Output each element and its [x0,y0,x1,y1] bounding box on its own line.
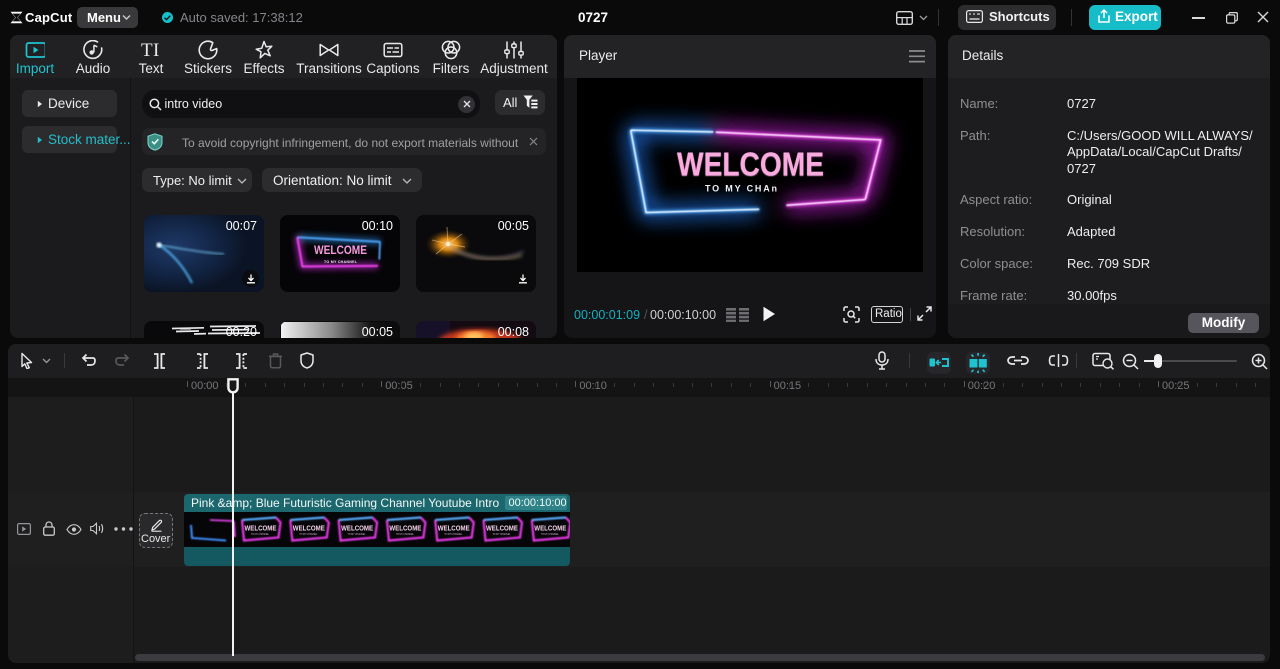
svg-text:WELCOME: WELCOME [293,524,325,533]
svg-text:TO MY CHANNEL: TO MY CHANNEL [541,533,560,536]
svg-text:WELCOME: WELCOME [677,146,824,183]
svg-text:TO MY CHANNEL: TO MY CHANNEL [493,533,512,536]
svg-text:TO MY CHANNEL: TO MY CHANNEL [299,533,318,536]
svg-text:TO MY CHANNEL: TO MY CHANNEL [396,533,415,536]
svg-text:I: I [153,40,159,60]
svg-text:TO MY CHANNEL: TO MY CHANNEL [348,533,367,536]
svg-text:TO MY CHANNEL: TO MY CHANNEL [324,260,358,264]
svg-text:WELCOME: WELCOME [486,524,518,533]
svg-text:WELCOME: WELCOME [534,524,566,533]
svg-text:WELCOME: WELCOME [438,524,470,533]
svg-text:TO MY CHANNEL: TO MY CHANNEL [444,533,463,536]
svg-text:WELCOME: WELCOME [389,524,421,533]
svg-text:WELCOME: WELCOME [314,245,367,257]
svg-text:WELCOME: WELCOME [245,524,277,533]
svg-text:WELCOME: WELCOME [341,524,373,533]
svg-text:TO MY CHANNEL: TO MY CHANNEL [251,533,270,536]
svg-text:T: T [141,40,153,60]
